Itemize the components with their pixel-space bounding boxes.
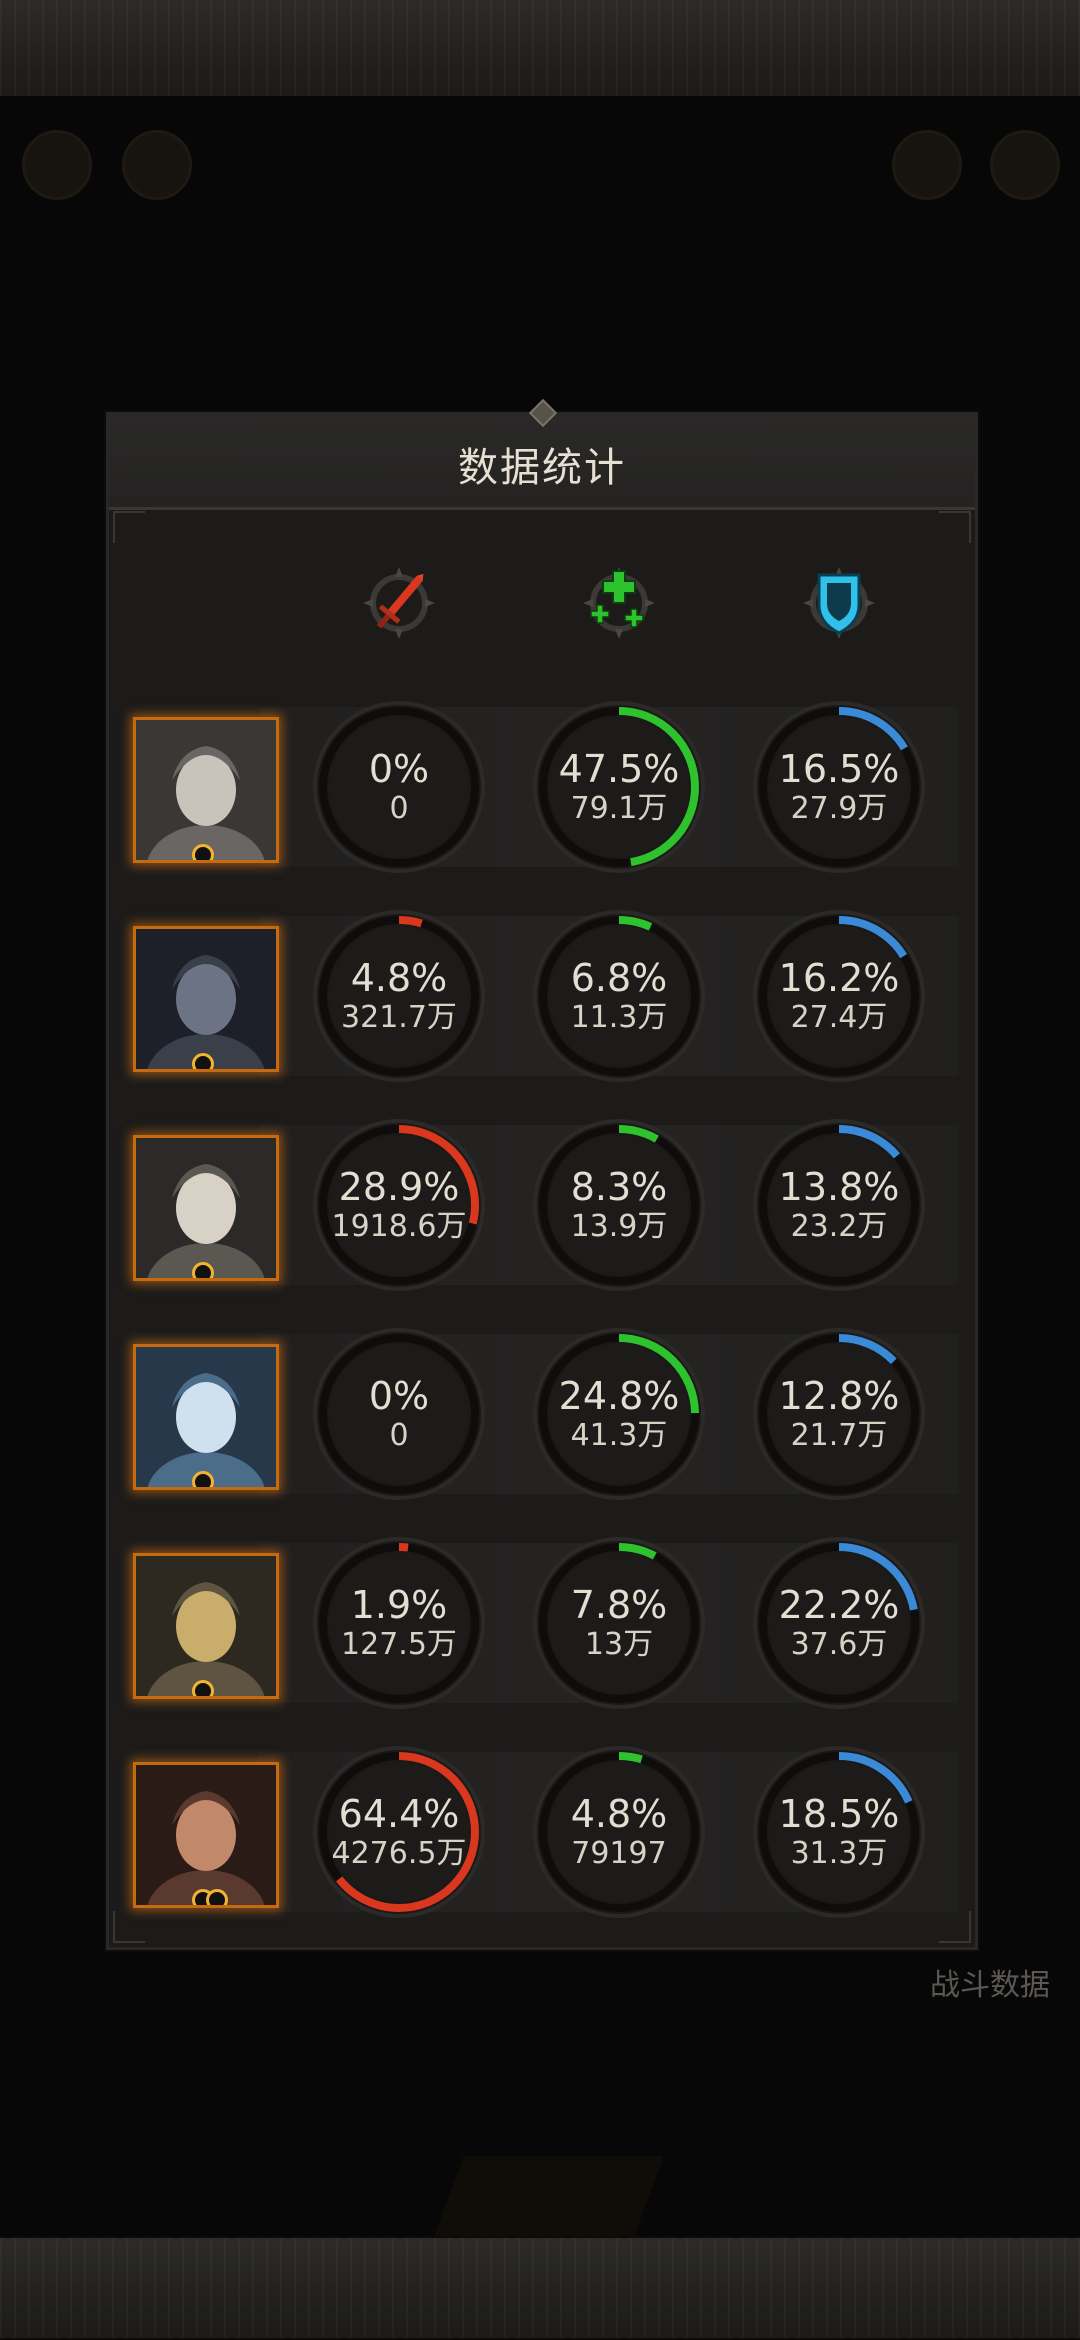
stat-percent: 1.9% (350, 1583, 448, 1627)
stat-percent: 24.8% (558, 1374, 680, 1418)
rank-ring-icon (192, 844, 214, 860)
stat-percent: 4.8% (570, 1792, 668, 1836)
stat-percent: 22.2% (778, 1583, 900, 1627)
stat-value: 27.9万 (790, 791, 888, 826)
stat-value: 27.4万 (790, 1000, 888, 1035)
rank-ring-icon (206, 1889, 228, 1905)
shield-icon (799, 563, 879, 643)
rank-ring-icon (192, 1053, 214, 1069)
rank-ring-icon (192, 1262, 214, 1278)
stat-percent: 12.8% (778, 1374, 900, 1418)
modal-header: 数据统计 (109, 398, 975, 510)
stat-percent: 28.9% (338, 1165, 460, 1209)
stat-percent: 16.2% (778, 956, 900, 1000)
stat-gauge-healing: 47.5% 79.1万 (529, 697, 709, 877)
stat-percent: 0% (368, 747, 430, 791)
stat-value: 41.3万 (570, 1418, 668, 1453)
stat-percent: 7.8% (570, 1583, 668, 1627)
stat-value: 0 (389, 791, 409, 826)
stat-value: 13.9万 (570, 1209, 668, 1244)
stat-value: 23.2万 (790, 1209, 888, 1244)
corner-ornament (939, 1911, 971, 1943)
stat-gauge-healing: 24.8% 41.3万 (529, 1324, 709, 1504)
corner-ornament (939, 511, 971, 543)
stat-gauge-healing: 7.8% 13万 (529, 1533, 709, 1713)
bg-pause-button (122, 130, 192, 200)
stat-gauge-damage-taken: 12.8% 21.7万 (749, 1324, 929, 1504)
stat-value: 321.7万 (341, 1000, 457, 1035)
stat-gauge-damage-taken: 18.5% 31.3万 (749, 1742, 929, 1922)
sword-icon (359, 563, 439, 643)
stat-gauge-damage: 4.8% 321.7万 (309, 906, 489, 1086)
stat-gauge-healing: 6.8% 11.3万 (529, 906, 709, 1086)
rank-ring-icon (192, 1680, 214, 1696)
stat-percent: 16.5% (778, 747, 900, 791)
corner-ornament (113, 511, 145, 543)
hero-portrait-1[interactable] (133, 717, 279, 863)
stat-value: 127.5万 (341, 1627, 457, 1662)
hero-portrait-3[interactable] (133, 1135, 279, 1281)
modal-title: 数据统计 (458, 445, 626, 491)
stat-value: 1918.6万 (331, 1209, 467, 1244)
rank-ring-icon (192, 1471, 214, 1487)
stat-percent: 4.8% (350, 956, 448, 1000)
stat-value: 79197 (571, 1836, 667, 1871)
stat-percent: 47.5% (558, 747, 680, 791)
stat-value: 37.6万 (790, 1627, 888, 1662)
stat-percent: 18.5% (778, 1792, 900, 1836)
stat-value: 11.3万 (570, 1000, 668, 1035)
stat-gauge-damage: 28.9% 1918.6万 (309, 1115, 489, 1295)
bg-settings-button (892, 130, 962, 200)
hero-portrait-6[interactable] (133, 1762, 279, 1908)
stat-value: 21.7万 (790, 1418, 888, 1453)
stat-gauge-damage-taken: 22.2% 37.6万 (749, 1533, 929, 1713)
bg-exit-button (990, 130, 1060, 200)
bg-play-button (22, 130, 92, 200)
hero-portrait-5[interactable] (133, 1553, 279, 1699)
stat-gauge-damage: 0% 0 (309, 697, 489, 877)
stat-value: 4276.5万 (331, 1836, 467, 1871)
stat-percent: 64.4% (338, 1792, 460, 1836)
stat-gauge-damage-taken: 16.5% 27.9万 (749, 697, 929, 877)
stat-value: 31.3万 (790, 1836, 888, 1871)
stat-percent: 0% (368, 1374, 430, 1418)
bottom-ornament-bar (0, 2236, 1080, 2340)
stat-percent: 8.3% (570, 1165, 668, 1209)
top-ornament-bar (0, 0, 1080, 98)
stat-gauge-damage: 0% 0 (309, 1324, 489, 1504)
stat-gauge-damage: 1.9% 127.5万 (309, 1533, 489, 1713)
battle-stats-label[interactable]: 战斗数据 (930, 1960, 1050, 2004)
stat-percent: 13.8% (778, 1165, 900, 1209)
stat-gauge-healing: 4.8% 79197 (529, 1742, 709, 1922)
hero-portrait-2[interactable] (133, 926, 279, 1072)
stat-value: 0 (389, 1418, 409, 1453)
stat-value: 13万 (584, 1627, 654, 1662)
stat-gauge-healing: 8.3% 13.9万 (529, 1115, 709, 1295)
stat-percent: 6.8% (570, 956, 668, 1000)
hero-portrait-4[interactable] (133, 1344, 279, 1490)
stat-gauge-damage: 64.4% 4276.5万 (309, 1742, 489, 1922)
stat-gauge-damage-taken: 16.2% 27.4万 (749, 906, 929, 1086)
corner-ornament (113, 1911, 145, 1943)
stat-value: 79.1万 (570, 791, 668, 826)
heal-cross-icon (579, 563, 659, 643)
stat-gauge-damage-taken: 13.8% 23.2万 (749, 1115, 929, 1295)
stats-modal: 数据统计 0% 0 47.5% 79.1万 16.5% 27.9万 4.8% 3… (106, 398, 978, 1950)
